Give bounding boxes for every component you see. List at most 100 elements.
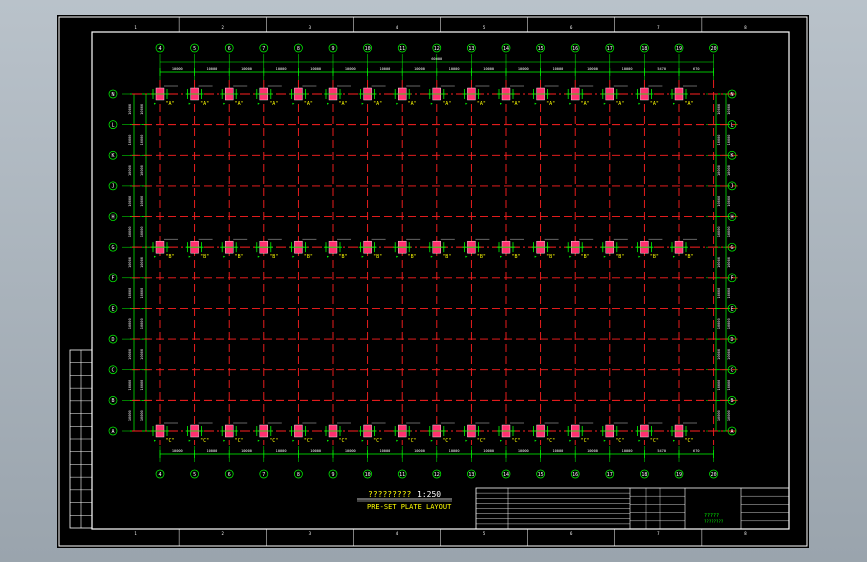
plate-label: "C" <box>442 438 451 444</box>
dimension-label-vertical: 10000 <box>140 165 144 176</box>
axis-bubble-label: 7 <box>262 472 265 478</box>
plate-mark: ▸ <box>672 254 675 260</box>
dimension-label: 10000 <box>206 449 217 453</box>
plate-label: "B" <box>546 254 555 260</box>
axis-bubble-label: K <box>730 153 733 159</box>
axis-bubble-label: 13 <box>468 46 474 52</box>
plate-label: "C" <box>235 438 244 444</box>
block-subtitle: ???????? <box>704 519 724 524</box>
dimension-label: 10000 <box>483 449 494 453</box>
axis-bubble-column-top: 18 <box>640 43 649 53</box>
plate-mark: ▸ <box>499 438 502 444</box>
axis-bubble-label: 18 <box>641 472 647 478</box>
plate-mark: ▸ <box>326 438 329 444</box>
plate-label: "A" <box>442 101 451 107</box>
plate-label: "B" <box>581 254 590 260</box>
plate-mark: ▸ <box>534 101 537 107</box>
dimension-label: 10000 <box>241 67 252 71</box>
dimension-label: 10000 <box>552 67 563 71</box>
dimension-label: 10000 <box>587 67 598 71</box>
plate-mark: ▸ <box>257 254 260 260</box>
plate-label: "C" <box>581 438 590 444</box>
plate-mark: ▸ <box>569 438 572 444</box>
plate-label: "B" <box>165 254 174 260</box>
axis-bubble-label: 14 <box>503 472 509 478</box>
dimension-label-vertical: 10000 <box>128 349 132 360</box>
axis-bubble-label: 16 <box>572 472 578 478</box>
plate-mark: ▸ <box>361 254 364 260</box>
dimension-label: 10000 <box>345 67 356 71</box>
axis-bubble-label: A <box>111 429 114 435</box>
dimension-label: 10000 <box>379 67 390 71</box>
axis-bubble-label: B <box>111 398 114 404</box>
axis-bubble-label: 10 <box>365 46 371 52</box>
drawing-title-en: PRE-SET PLATE LAYOUT <box>367 503 452 511</box>
axis-bubble-column-bottom: 16 <box>570 469 580 479</box>
dimension-label: 10000 <box>276 449 287 453</box>
dimension-label: 10000 <box>622 449 633 453</box>
plate-mark: ▸ <box>672 438 675 444</box>
plate-label: "A" <box>235 101 244 107</box>
axis-bubble-column-bottom: 18 <box>640 469 649 479</box>
plate-mark: ▸ <box>465 254 468 260</box>
dimension-label-vertical: 10000 <box>717 288 721 299</box>
dimension-label: 10000 <box>449 449 460 453</box>
dimension-label: 10000 <box>172 449 183 453</box>
axis-bubble-label: J <box>730 184 733 190</box>
dimension-label-vertical: 10000 <box>140 226 144 237</box>
axis-bubble-label: 9 <box>331 472 334 478</box>
plate-mark: ▸ <box>430 438 433 444</box>
axis-bubble-column-top: 17 <box>605 43 615 53</box>
plate-label: "C" <box>304 438 313 444</box>
plate-mark: ▸ <box>188 438 191 444</box>
plate-mark: ▸ <box>569 254 572 260</box>
dimension-label: 10000 <box>379 449 390 453</box>
dimension-label-vertical: 10000 <box>727 104 731 115</box>
axis-bubble-label: 12 <box>434 46 440 52</box>
plate-label: "A" <box>338 101 347 107</box>
dimension-label: 10000 <box>622 67 633 71</box>
axis-bubble-label: E <box>730 306 733 312</box>
plate-label: "C" <box>200 438 209 444</box>
dimension-label-vertical: 10000 <box>717 318 721 329</box>
plate-label: "A" <box>304 101 313 107</box>
dimension-label-vertical: 10000 <box>128 410 132 421</box>
dimension-label-vertical: 10000 <box>128 288 132 299</box>
plate-label: "B" <box>200 254 209 260</box>
dimension-label: 10000 <box>518 449 529 453</box>
dimension-label-vertical: 10000 <box>140 349 144 360</box>
dimension-label: 670 <box>693 449 700 453</box>
plate-mark: ▸ <box>223 101 226 107</box>
axis-bubble-column-top: 14 <box>501 43 511 53</box>
dimension-label: 10000 <box>518 67 529 71</box>
plate-label: "A" <box>165 101 174 107</box>
dimension-label: 10000 <box>345 449 356 453</box>
dimension-label-vertical: 10000 <box>717 410 721 421</box>
dimension-label-vertical: 10000 <box>727 410 731 421</box>
dimension-label: 10000 <box>310 67 321 71</box>
axis-bubble-label: G <box>111 245 114 251</box>
axis-bubble-column-bottom: 19 <box>674 469 684 479</box>
axis-bubble-label: H <box>730 214 733 220</box>
plate-label: "C" <box>165 438 174 444</box>
plate-mark: ▸ <box>361 101 364 107</box>
dimension-label-vertical: 10000 <box>727 165 731 176</box>
dimension-label: 10000 <box>241 449 252 453</box>
dimension-label-vertical: 10000 <box>727 318 731 329</box>
plate-label: "B" <box>650 254 659 260</box>
dimension-label-vertical: 10000 <box>717 196 721 207</box>
plate-label: "A" <box>546 101 555 107</box>
plate-label: "B" <box>615 254 624 260</box>
axis-bubble-column-bottom: 11 <box>397 469 407 479</box>
plate-label: "C" <box>511 438 520 444</box>
axis-bubble-label: 20 <box>711 46 717 52</box>
plate-mark: ▸ <box>292 438 295 444</box>
plate-label: "B" <box>684 254 693 260</box>
plate-label: "A" <box>684 101 693 107</box>
plate-mark: ▸ <box>534 438 537 444</box>
plate-mark: ▸ <box>638 101 641 107</box>
dimension-label-vertical: 10000 <box>717 257 721 268</box>
plate-mark: ▸ <box>569 101 572 107</box>
axis-bubble-label: C <box>730 368 733 374</box>
axis-bubble-label: 8 <box>297 472 300 478</box>
